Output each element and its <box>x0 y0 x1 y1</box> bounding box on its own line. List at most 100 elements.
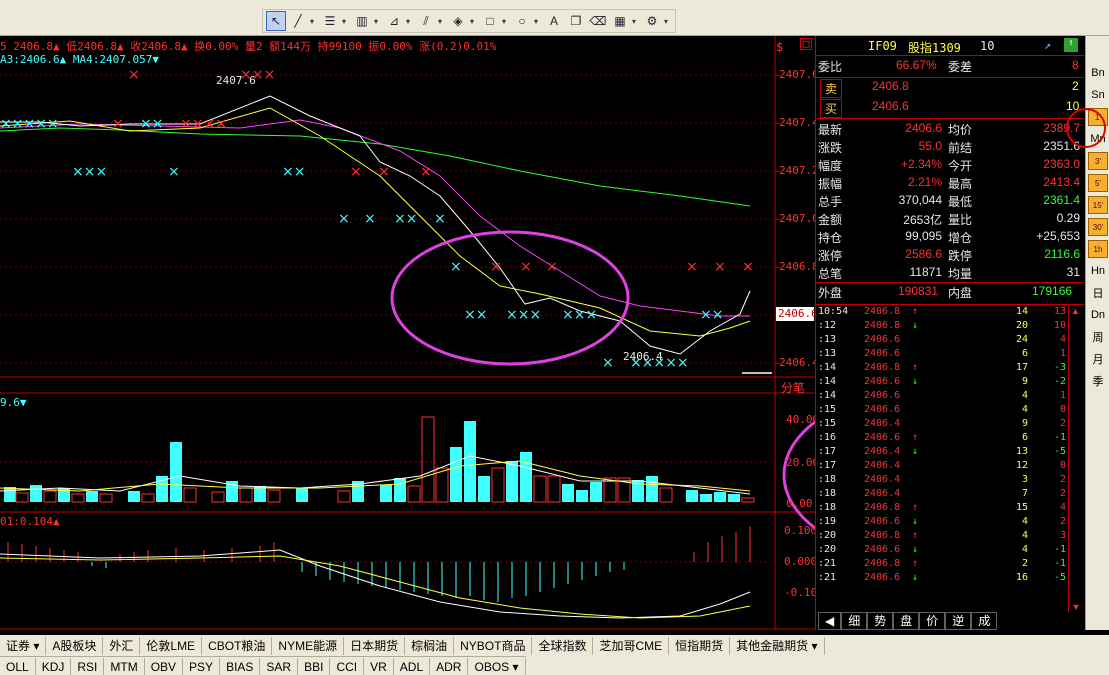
tick-time: :13 <box>818 334 837 345</box>
period-button[interactable]: 5' <box>1088 174 1108 192</box>
market-tab[interactable]: 其他金融期货 ▾ <box>730 637 825 655</box>
indicator-tab[interactable]: KDJ <box>36 657 72 675</box>
period-button[interactable]: Sn <box>1088 86 1108 104</box>
market-tab[interactable]: 外汇 <box>103 637 141 655</box>
currency-icon: $ <box>776 40 784 54</box>
indicator-tab[interactable]: BBI <box>298 657 331 675</box>
tick-volume: 12 <box>1015 460 1028 471</box>
bid-row: 买 2406.6 10 <box>816 99 1084 118</box>
period-button[interactable]: Hn <box>1088 262 1108 280</box>
close-chart-icon[interactable]: □ <box>800 38 812 50</box>
neipan-label: 内盘 <box>948 286 973 300</box>
tick-volume: 7 <box>1021 488 1028 499</box>
circle-icon[interactable]: ○ <box>512 11 532 31</box>
indicator-tab[interactable]: CCI <box>330 657 365 675</box>
indicator-tab[interactable]: OBV <box>145 657 184 675</box>
expand-icon[interactable]: ⇑ <box>1064 38 1078 52</box>
market-tab[interactable]: 日本期货 <box>344 637 406 655</box>
palette-icon[interactable]: ▦ <box>610 11 630 31</box>
period-button[interactable]: 3' <box>1088 152 1108 170</box>
peak-price-label: 2407.6 <box>216 74 256 87</box>
stat-value: 370,044 <box>898 193 942 207</box>
panel-tab[interactable]: 势 <box>867 612 894 630</box>
parallel-icon[interactable]: ⫽ <box>416 11 436 31</box>
market-tab[interactable]: 棕榈油 <box>405 637 455 655</box>
period-button[interactable]: 月 <box>1088 350 1108 368</box>
indicator-tab[interactable]: SAR <box>260 657 299 675</box>
indicator-tab[interactable]: ADL <box>394 657 431 675</box>
ruler-icon[interactable]: ⊿ <box>384 11 404 31</box>
panel-tab[interactable]: 成 <box>971 612 998 630</box>
indicator-tab[interactable]: PSY <box>183 657 221 675</box>
chart-area[interactable]: × ××× × ×× ×××× ××××× ××× × ×× × × × × ×… <box>0 36 815 630</box>
settings-icon[interactable]: ⚙ <box>642 11 662 31</box>
tick-price: 2406.8 <box>864 306 901 317</box>
panel-tab[interactable]: 细 <box>841 612 868 630</box>
stat-value: 2406.6 <box>905 121 942 135</box>
period-button[interactable]: Dn <box>1088 306 1108 324</box>
tick-arrow: ↑ <box>912 558 919 569</box>
indicator-tab[interactable]: VR <box>364 657 394 675</box>
indicator-tab[interactable]: OLL <box>0 657 36 675</box>
tick-scrollbar[interactable]: ▲ ▼ <box>1068 306 1082 612</box>
tick-volume: 13 <box>1015 446 1028 457</box>
period-button[interactable]: 周 <box>1088 328 1108 346</box>
text-icon[interactable]: ☰ <box>320 11 340 31</box>
tick-arrow: ↑ <box>912 362 919 373</box>
market-tab[interactable]: CBOT粮油 <box>202 637 273 655</box>
tick-price: 2406.6 <box>864 404 901 415</box>
text-a-icon[interactable]: A <box>544 11 564 31</box>
tick-row: :21 2406.8 ↑ 2 -1 <box>816 558 1068 572</box>
tick-list[interactable]: 10:54 2406.8 ↑ 14 13:12 2406.8 ↓ 20 10:13 2406.6 2… <box>816 306 1068 586</box>
trend-icon[interactable]: ↗ <box>1044 38 1051 52</box>
market-tab[interactable]: NYBOT商品 <box>454 637 533 655</box>
svg-text:×××: ××× <box>562 307 597 323</box>
indicator-tab[interactable]: ADR <box>430 657 469 675</box>
indicator-tab[interactable]: BIAS <box>220 657 261 675</box>
period-button[interactable]: 季 <box>1088 372 1108 390</box>
scroll-down-icon[interactable]: ▼ <box>1069 602 1083 612</box>
line-icon[interactable]: ╱ <box>288 11 308 31</box>
tick-mode-button[interactable]: 分笔 <box>781 379 805 396</box>
market-tab[interactable]: NYME能源 <box>272 637 345 655</box>
panel-tab[interactable]: ◀ <box>818 612 842 630</box>
panel-tab[interactable]: 盘 <box>893 612 920 630</box>
market-tab[interactable]: 恒指期货 <box>669 637 731 655</box>
market-tab[interactable]: A股板块 <box>46 637 104 655</box>
market-tab[interactable]: 芝加哥CME <box>593 637 670 655</box>
stat-label: 涨停 <box>818 249 843 263</box>
period-button[interactable]: Bn <box>1088 64 1108 82</box>
stat-value: +25,653 <box>1036 229 1080 243</box>
weibi-row: 委比 66.67% 委差 8 <box>816 58 1084 76</box>
period-button[interactable]: 日 <box>1088 284 1108 302</box>
eraser-icon[interactable]: ⌫ <box>588 11 608 31</box>
period-button[interactable]: 1h <box>1088 240 1108 258</box>
tick-time: :12 <box>818 320 837 331</box>
bars-icon[interactable]: ▥ <box>352 11 372 31</box>
volume-label: 9.6▼ <box>0 396 27 409</box>
svg-text:××××: ×××× <box>180 116 227 132</box>
stat-value: 2413.4 <box>1043 175 1080 189</box>
indicator-tab[interactable]: MTM <box>104 657 145 675</box>
rect-icon[interactable]: □ <box>480 11 500 31</box>
panel-tab[interactable]: 逆 <box>945 612 972 630</box>
macd-axis-label: 0.000 <box>784 555 815 568</box>
svg-text:×: × <box>546 259 558 275</box>
panel-tab[interactable]: 价 <box>919 612 946 630</box>
indicator-tab[interactable]: OBOS ▾ <box>468 657 526 675</box>
period-button[interactable]: 15' <box>1088 196 1108 214</box>
indicator-tab[interactable]: RSI <box>71 657 105 675</box>
fib-icon[interactable]: ◈ <box>448 11 468 31</box>
quote-stat-row: 金额 2653亿 量比 0.29 <box>816 211 1084 229</box>
market-tab[interactable]: 全球指数 <box>532 637 594 655</box>
pointer-icon[interactable]: ↖ <box>266 11 286 31</box>
stat-label: 最低 <box>948 195 973 209</box>
period-button[interactable]: 30' <box>1088 218 1108 236</box>
outer-inner-row: 外盘 190831 内盘 179166 <box>816 284 1084 302</box>
quote-stat-row: 涨停 2586.6 跌停 2116.6 <box>816 247 1084 265</box>
market-tab[interactable]: 证券 ▾ <box>0 637 47 655</box>
copy-icon[interactable]: ❐ <box>566 11 586 31</box>
tick-volume: 9 <box>1021 376 1028 387</box>
market-tab[interactable]: 伦敦LME <box>140 637 203 655</box>
scroll-up-icon[interactable]: ▲ <box>1069 306 1082 316</box>
